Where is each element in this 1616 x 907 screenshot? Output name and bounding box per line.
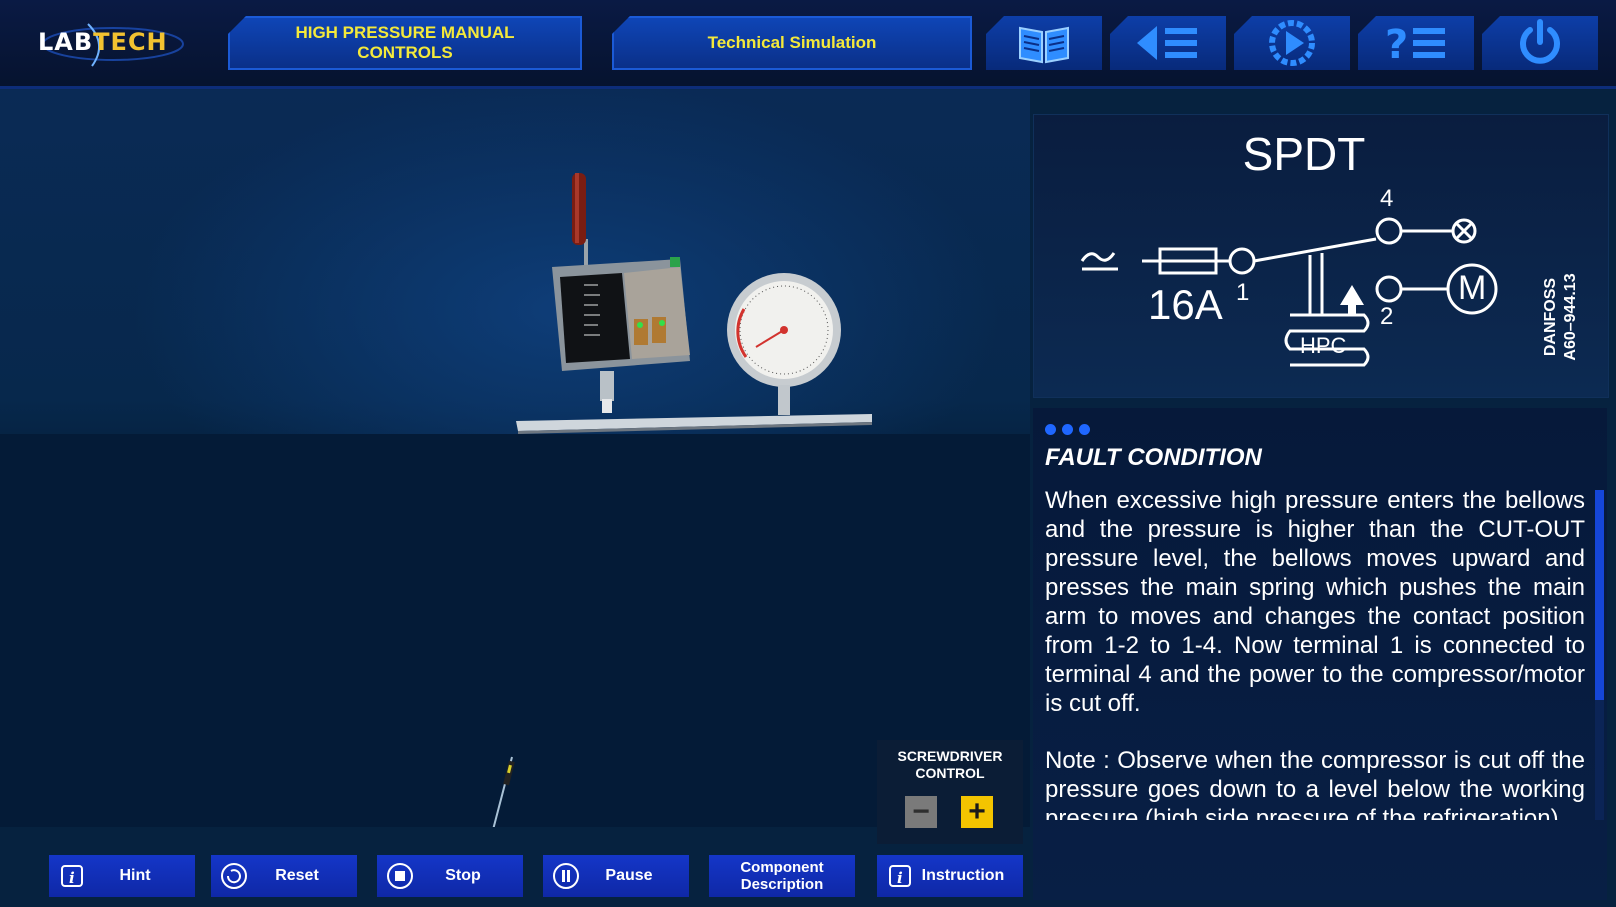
power-icon [1520, 19, 1560, 64]
pause-label: Pause [605, 867, 653, 884]
pause-button[interactable]: Pause [543, 855, 689, 897]
fault-paragraph: When excessive high pressure enters the … [1045, 487, 1585, 717]
stop-label: Stop [445, 867, 481, 884]
component-label-line2: Description [740, 876, 824, 893]
screwdriver-decrease-button[interactable]: − [905, 795, 937, 828]
info-icon: i [55, 859, 89, 893]
terminal-4-symbol [1375, 217, 1403, 245]
menu-button[interactable] [1110, 16, 1226, 70]
simulation-play-button[interactable] [1234, 16, 1350, 70]
terminal-1-symbol [1228, 247, 1256, 275]
reset-label: Reset [275, 867, 319, 884]
svg-text:i: i [69, 869, 75, 887]
component-description-label: Component Description [709, 859, 855, 893]
menu-list-icon [1137, 26, 1197, 60]
fault-note: Note : Observe when the compressor is cu… [1045, 747, 1585, 820]
fault-condition-panel: FAULT CONDITION When excessive high pres… [1033, 408, 1607, 900]
fault-scrollbar[interactable] [1595, 490, 1604, 820]
indicator-dot [1079, 424, 1090, 435]
minus-icon: − [912, 795, 930, 828]
top-bar: LABTECH HIGH PRESSURE MANUAL CONTROLS Te… [0, 0, 1616, 89]
fault-scrollbar-thumb[interactable] [1595, 490, 1604, 700]
reset-icon [217, 859, 251, 893]
help-button[interactable]: ? [1358, 16, 1474, 70]
ac-source-symbol [1080, 252, 1116, 262]
logo-lab-text: LAB [38, 28, 94, 56]
info-icon: i [883, 859, 917, 893]
stop-icon [383, 859, 417, 893]
panel-indicator-dots [1045, 424, 1090, 435]
book-button[interactable] [986, 16, 1102, 70]
labtech-logo: LABTECH [28, 14, 198, 72]
page-title: HIGH PRESSURE MANUAL CONTROLS [228, 16, 582, 70]
pause-icon [549, 859, 583, 893]
terminal-2-symbol [1375, 275, 1403, 303]
instruction-button[interactable]: i Instruction [877, 855, 1023, 897]
hint-button[interactable]: i Hint [49, 855, 195, 897]
part-number-text: A60–944.13 [1562, 273, 1579, 361]
technical-simulation-button[interactable]: Technical Simulation [612, 16, 972, 70]
pressure-gauge [727, 273, 841, 415]
play-gear-icon [1269, 20, 1315, 66]
terminal-1-label: 1 [1236, 279, 1250, 306]
power-button[interactable] [1482, 16, 1598, 70]
screwdriver-tool[interactable] [488, 756, 515, 827]
help-list-icon: ? [1385, 22, 1445, 66]
reset-lever[interactable] [572, 173, 588, 279]
terminal-4-label: 4 [1380, 185, 1394, 212]
technical-simulation-label: Technical Simulation [707, 33, 877, 52]
stop-button[interactable]: Stop [377, 855, 523, 897]
motor-label: M [1458, 269, 1487, 307]
fault-description: When excessive high pressure enters the … [1045, 486, 1585, 820]
component-description-button[interactable]: Component Description [709, 855, 855, 897]
svg-text:i: i [897, 869, 903, 887]
instruction-label: Instruction [921, 867, 1005, 884]
plus-icon: + [968, 795, 986, 828]
danfoss-text: DANFOSS [1542, 277, 1559, 357]
pressure-switch[interactable] [552, 257, 690, 413]
hpc-label: HPC [1300, 333, 1347, 358]
page-title-text: HIGH PRESSURE MANUAL CONTROLS [295, 23, 515, 62]
mounting-rail [516, 414, 872, 434]
book-icon [1019, 26, 1069, 64]
reset-button[interactable]: Reset [211, 855, 357, 897]
indicator-dot [1062, 424, 1073, 435]
svg-text:?: ? [1385, 22, 1408, 66]
terminal-2-label: 2 [1380, 303, 1394, 330]
logo-tech-text: TECH [93, 28, 168, 56]
spdt-diagram: SPDT 16A 1 4 2 M HPC DANFOSS A60–944.13 [1033, 114, 1609, 398]
indicator-dot [1045, 424, 1056, 435]
screwdriver-increase-button[interactable]: + [961, 795, 993, 828]
fault-heading: FAULT CONDITION [1045, 444, 1262, 471]
screwdriver-label: SCREWDRIVER CONTROL [897, 748, 1003, 781]
simulation-viewport[interactable] [0, 89, 1030, 827]
danfoss-brand: DANFOSS A60–944.13 [1514, 251, 1616, 361]
fuse-rating: 16A [1148, 281, 1223, 328]
hint-label: Hint [119, 867, 151, 884]
screwdriver-control: SCREWDRIVER CONTROL − + [877, 740, 1023, 844]
component-label-line1: Component [740, 859, 824, 876]
pressure-arrow [1340, 285, 1364, 315]
